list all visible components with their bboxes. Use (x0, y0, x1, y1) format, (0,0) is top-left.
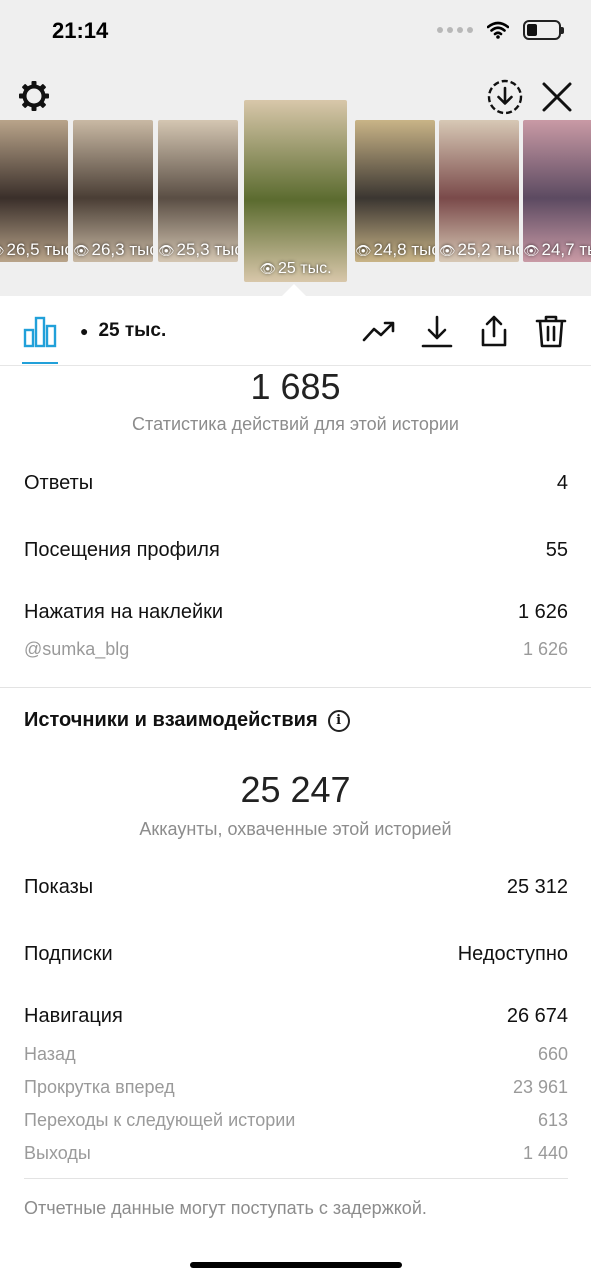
selected-story-pointer (282, 284, 306, 296)
promote-trend-icon[interactable] (362, 314, 396, 348)
sticker-handle-row: @sumka_blg 1 626 (24, 639, 568, 659)
sticker-taps-row: Нажатия на наклейки 1 626 (24, 601, 568, 623)
back-row: Назад 660 (24, 1044, 568, 1064)
home-indicator[interactable] (190, 1262, 402, 1268)
story-thumbnail[interactable]: 👁24,7 тыс. (523, 120, 591, 262)
status-bar: 21:14 (0, 0, 591, 66)
eye-icon: 👁 (355, 243, 372, 258)
impressions-row: Показы 25 312 (24, 876, 568, 898)
share-icon[interactable] (477, 314, 511, 348)
download-icon[interactable] (420, 314, 454, 348)
story-thumbnail[interactable]: 👁24,8 тыс. (355, 120, 435, 262)
wifi-icon (487, 21, 509, 39)
story-thumbnail[interactable]: 👁25,2 тыс. (439, 120, 519, 262)
replies-row: Ответы 4 (24, 472, 568, 494)
status-time: 21:14 (52, 18, 109, 43)
follows-row: Подписки Недоступно (24, 943, 568, 965)
story-toolbar: ● 25 тыс. (0, 296, 591, 366)
story-thumbnail-selected[interactable]: 👁 25 тыс. (244, 100, 347, 282)
delay-notice: Отчетные данные могут поступать с задерж… (24, 1198, 427, 1218)
story-thumbnail[interactable]: 👁26,3 тыс. (73, 120, 153, 262)
actions-caption: Статистика действий для этой истории (132, 414, 459, 434)
eye-icon: 👁 (73, 243, 90, 258)
navigation-row: Навигация 26 674 (24, 1005, 568, 1027)
eye-icon: 👁 (439, 243, 456, 258)
insights-chart-icon[interactable] (22, 314, 58, 348)
delete-trash-icon[interactable] (534, 314, 568, 348)
story-thumbnails: 👁26,5 тыс. 👁26,3 тыс. 👁25,3 тыс. 👁25 тыс… (0, 100, 591, 290)
eye-icon: 👁 (523, 243, 540, 258)
forward-row: Прокрутка вперед 23 961 (24, 1077, 568, 1097)
viewers-count[interactable]: ● 25 тыс. (80, 320, 166, 342)
discovery-section-title: Источники и взаимодействия i (24, 709, 350, 732)
actions-total: 1 685 (250, 366, 341, 407)
next-story-row: Переходы к следующей истории 613 (24, 1110, 568, 1130)
insights-tab-indicator (22, 362, 58, 364)
battery-icon (523, 20, 564, 40)
stories-header: 21:14 26,5 ты 👁 26,3 ты 👁 25,3 ты 👁 25 т… (0, 0, 591, 296)
profile-visits-row: Посещения профиля 55 (24, 539, 568, 561)
story-thumbnail[interactable]: 👁26,5 тыс. (0, 120, 68, 262)
section-divider (0, 687, 591, 688)
eye-icon: 👁 (158, 243, 175, 258)
reach-caption: Аккаунты, охваченные этой историей (139, 819, 452, 839)
cellular-signal-icon (437, 27, 473, 33)
story-thumbnail[interactable]: 👁25,3 тыс. (158, 120, 238, 262)
eye-icon: ● (80, 323, 89, 339)
info-icon[interactable]: i (327, 709, 350, 732)
exits-row: Выходы 1 440 (24, 1143, 568, 1163)
eye-icon: 👁 (0, 243, 5, 258)
footer-divider (24, 1178, 568, 1179)
reach-total: 25 247 (240, 769, 351, 810)
eye-icon: 👁 (259, 261, 276, 276)
